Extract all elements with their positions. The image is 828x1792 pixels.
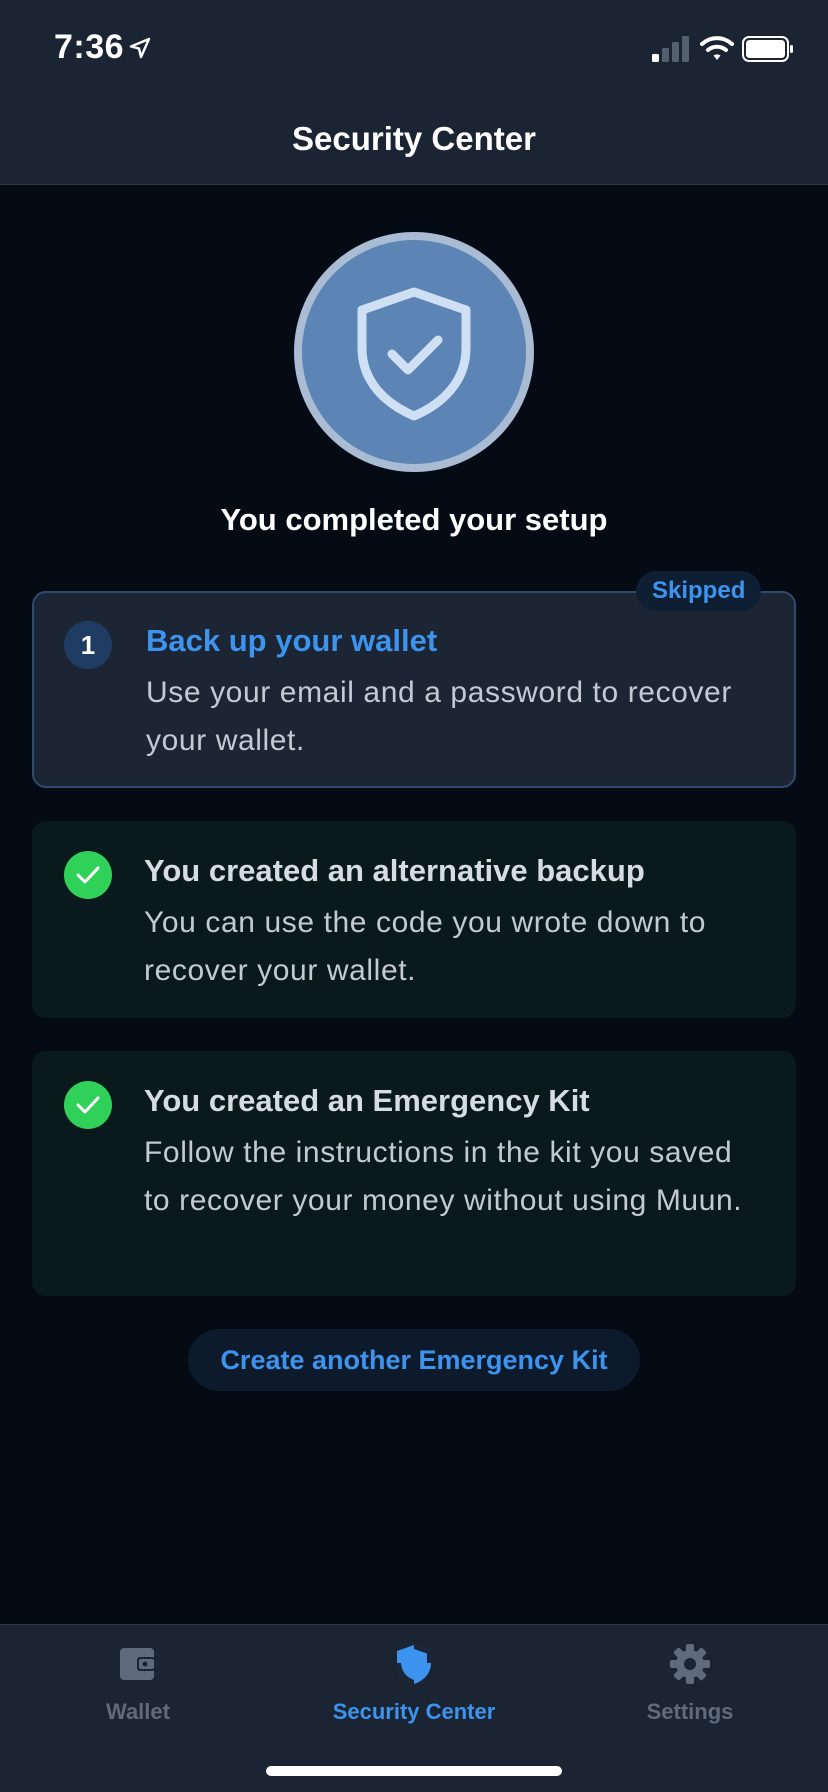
- step-card-alternative-backup: You created an alternative backup You ca…: [32, 821, 796, 1018]
- skipped-badge: Skipped: [636, 571, 762, 611]
- step-title: You created an alternative backup: [144, 853, 645, 888]
- cellular-signal-icon: [652, 36, 689, 62]
- security-center-screen: 7:36 Security Center You completed your …: [0, 0, 828, 1792]
- create-emergency-kit-button[interactable]: Create another Emergency Kit: [188, 1329, 640, 1391]
- gear-icon: [670, 1644, 710, 1684]
- tab-label: Wallet: [106, 1699, 170, 1724]
- page-title: Security Center: [292, 120, 536, 157]
- step-title: Back up your wallet: [146, 623, 438, 658]
- step-description: Use your email and a password to recover…: [146, 676, 732, 757]
- nav-header: Security Center: [0, 96, 828, 185]
- step-card-backup-wallet[interactable]: 1 Back up your wallet Use your email and…: [32, 591, 796, 788]
- shield-check-icon: [357, 287, 471, 421]
- step-card-emergency-kit: You created an Emergency Kit Follow the …: [32, 1051, 796, 1296]
- step-number-badge: 1: [64, 621, 112, 669]
- status-bar: 7:36: [0, 0, 828, 96]
- tab-label: Security Center: [332, 1699, 496, 1724]
- wallet-icon: [120, 1648, 156, 1680]
- completed-check-icon: [64, 1081, 112, 1129]
- security-hero-badge: [294, 232, 534, 472]
- tab-wallet[interactable]: Wallet: [0, 1625, 276, 1735]
- tab-security-center[interactable]: Security Center: [276, 1625, 552, 1735]
- step-description: Follow the instructions in the kit you s…: [144, 1136, 743, 1217]
- battery-icon: [742, 36, 793, 62]
- setup-status-text: You completed your setup: [220, 502, 608, 537]
- step-description: You can use the code you wrote down to r…: [144, 906, 707, 987]
- status-time: 7:36: [54, 28, 125, 66]
- tab-label: Settings: [646, 1699, 734, 1724]
- completed-check-icon: [64, 851, 112, 899]
- step-title: You created an Emergency Kit: [144, 1083, 590, 1118]
- wifi-icon: [700, 36, 734, 60]
- home-indicator[interactable]: [266, 1766, 562, 1776]
- location-arrow-icon: [129, 37, 151, 59]
- tab-settings[interactable]: Settings: [552, 1625, 828, 1735]
- shield-icon: [397, 1645, 431, 1684]
